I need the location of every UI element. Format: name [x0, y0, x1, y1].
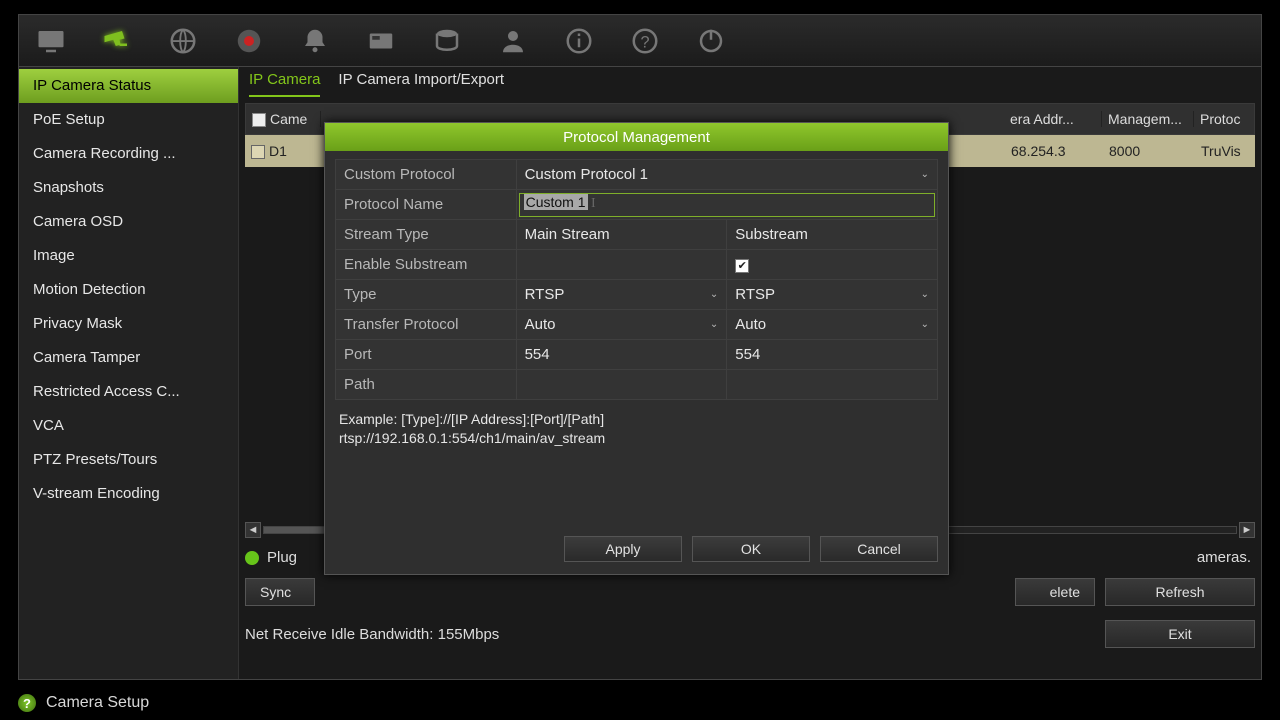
enable-substream-checkbox[interactable]: ✔: [735, 259, 749, 273]
sidebar-item-snapshots[interactable]: Snapshots: [19, 171, 238, 205]
port-main-input[interactable]: 554: [516, 340, 727, 370]
label-custom-protocol: Custom Protocol: [336, 160, 517, 190]
info-icon[interactable]: [555, 19, 603, 63]
type-sub-select[interactable]: RTSP⌄: [735, 286, 929, 303]
port-sub-input[interactable]: 554: [727, 340, 938, 370]
chevron-down-icon: ⌄: [710, 319, 718, 330]
label-stream-type: Stream Type: [336, 220, 517, 250]
sync-button[interactable]: Sync: [245, 578, 315, 606]
chevron-down-icon: ⌄: [921, 319, 929, 330]
label-type: Type: [336, 280, 517, 310]
status-text-left: Plug: [267, 549, 297, 566]
protocol-name-input[interactable]: Custom 1 I: [519, 193, 935, 217]
sidebar-item-camera-osd[interactable]: Camera OSD: [19, 205, 238, 239]
apply-button[interactable]: Apply: [564, 536, 682, 562]
refresh-button[interactable]: Refresh: [1105, 578, 1255, 606]
record-icon[interactable]: [225, 19, 273, 63]
cell-mgmt-port: 8000: [1103, 143, 1195, 159]
custom-protocol-select[interactable]: Custom Protocol 1 ⌄: [525, 166, 929, 183]
delete-button[interactable]: elete: [1015, 578, 1095, 606]
transfer-main-select[interactable]: Auto⌄: [525, 316, 719, 333]
path-main-input[interactable]: [516, 370, 727, 400]
help-badge-icon[interactable]: ?: [18, 694, 36, 712]
sidebar-item-ip-camera-status[interactable]: IP Camera Status: [19, 69, 238, 103]
col-camera-address: era Addr...: [1004, 111, 1102, 127]
help-icon[interactable]: ?: [621, 19, 669, 63]
scroll-right-arrow[interactable]: ►: [1239, 522, 1255, 538]
device-icon[interactable]: [357, 19, 405, 63]
chevron-down-icon: ⌄: [921, 169, 929, 180]
status-dot-icon: [245, 551, 259, 565]
path-sub-input[interactable]: [727, 370, 938, 400]
chevron-down-icon: ⌄: [921, 289, 929, 300]
sidebar-item-camera-recording[interactable]: Camera Recording ...: [19, 137, 238, 171]
label-enable-substream: Enable Substream: [336, 250, 517, 280]
sidebar: IP Camera Status PoE Setup Camera Record…: [19, 67, 239, 679]
sidebar-item-vca[interactable]: VCA: [19, 409, 238, 443]
select-all-checkbox[interactable]: [252, 113, 266, 127]
label-transfer-protocol: Transfer Protocol: [336, 310, 517, 340]
sidebar-item-camera-tamper[interactable]: Camera Tamper: [19, 341, 238, 375]
svg-text:?: ?: [640, 33, 649, 51]
power-icon[interactable]: [687, 19, 735, 63]
ok-button[interactable]: OK: [692, 536, 810, 562]
exit-button[interactable]: Exit: [1105, 620, 1255, 648]
user-icon[interactable]: [489, 19, 537, 63]
cell-channel: D1: [269, 143, 287, 159]
row-checkbox[interactable]: [251, 145, 265, 159]
monitor-icon[interactable]: [27, 19, 75, 63]
col-camera: Came: [270, 111, 307, 127]
camera-icon[interactable]: [93, 19, 141, 63]
network-icon[interactable]: [159, 19, 207, 63]
label-protocol-name: Protocol Name: [336, 190, 517, 220]
status-text-right: ameras.: [1197, 549, 1251, 566]
tab-ip-camera[interactable]: IP Camera: [249, 71, 320, 97]
label-path: Path: [336, 370, 517, 400]
label-port: Port: [336, 340, 517, 370]
scroll-left-arrow[interactable]: ◄: [245, 522, 261, 538]
sidebar-item-restricted-access[interactable]: Restricted Access C...: [19, 375, 238, 409]
stream-type-sub: Substream: [727, 220, 938, 250]
protocol-management-dialog: Protocol Management Custom Protocol Cust…: [324, 122, 949, 575]
alarm-icon[interactable]: [291, 19, 339, 63]
sidebar-item-motion-detection[interactable]: Motion Detection: [19, 273, 238, 307]
top-toolbar: ?: [19, 15, 1261, 67]
cell-protocol: TruVis: [1195, 143, 1255, 159]
dialog-title: Protocol Management: [325, 123, 948, 151]
sidebar-item-image[interactable]: Image: [19, 239, 238, 273]
type-main-select[interactable]: RTSP⌄: [525, 286, 719, 303]
sidebar-item-ptz-presets[interactable]: PTZ Presets/Tours: [19, 443, 238, 477]
example-line1: Example: [Type]://[IP Address]:[Port]/[P…: [339, 410, 934, 429]
sidebar-item-poe-setup[interactable]: PoE Setup: [19, 103, 238, 137]
sidebar-item-privacy-mask[interactable]: Privacy Mask: [19, 307, 238, 341]
statusbar-text: Camera Setup: [46, 694, 149, 712]
cell-address: 68.254.3: [1005, 143, 1103, 159]
tab-ip-camera-import-export[interactable]: IP Camera Import/Export: [338, 71, 504, 97]
col-management: Managem...: [1102, 111, 1194, 127]
bandwidth-text: Net Receive Idle Bandwidth: 155Mbps: [245, 626, 499, 643]
cancel-button[interactable]: Cancel: [820, 536, 938, 562]
transfer-sub-select[interactable]: Auto⌄: [735, 316, 929, 333]
hdd-icon[interactable]: [423, 19, 471, 63]
example-line2: rtsp://192.168.0.1:554/ch1/main/av_strea…: [339, 429, 934, 448]
stream-type-main: Main Stream: [516, 220, 727, 250]
chevron-down-icon: ⌄: [710, 289, 718, 300]
col-protocol: Protoc: [1194, 111, 1254, 127]
sidebar-item-vstream-encoding[interactable]: V-stream Encoding: [19, 477, 238, 511]
